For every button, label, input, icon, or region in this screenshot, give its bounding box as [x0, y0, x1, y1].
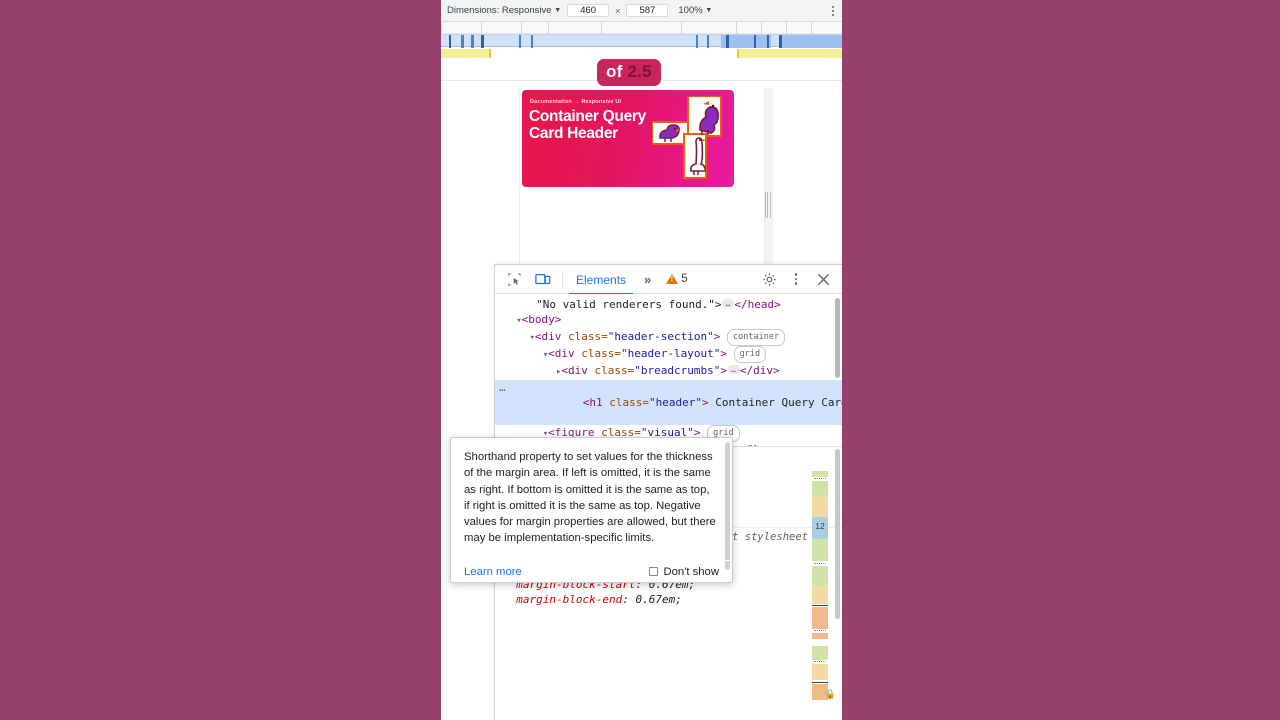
devtools-toolbar: Elements » 5: [495, 265, 842, 295]
warning-triangle-icon: [666, 274, 679, 284]
breadcrumb: Documentation → Responsive UI: [530, 99, 621, 105]
zoom-label: 100%: [678, 5, 703, 16]
device-toolbar-menu-button[interactable]: [832, 5, 836, 16]
tooltip-body: Shorthand property to set values for the…: [464, 451, 716, 545]
badge-container[interactable]: container: [727, 329, 786, 346]
dom-row[interactable]: "No valid renderers found.">… </head>: [495, 297, 842, 312]
chevron-down-icon: ▼: [705, 7, 713, 14]
tooltip-scrollbar[interactable]: [725, 442, 730, 570]
annotation-band-yellow: [441, 49, 842, 58]
dom-row-selected[interactable]: … <h1 class="header"> Container Query Car…: [495, 380, 842, 425]
tooltip-footer: Learn more Don't show: [451, 560, 732, 582]
viewport-height-input[interactable]: 587: [626, 4, 669, 17]
warning-count: 5: [681, 273, 688, 285]
selected-tag-open: <h1: [582, 396, 610, 409]
selected-attr: class=: [609, 396, 649, 409]
zoom-dropdown[interactable]: 100% ▼: [678, 5, 712, 16]
inspect-element-icon[interactable]: [501, 267, 527, 291]
device-mode-toolbar: Dimensions: Responsive ▼ 460 × 587 100% …: [441, 0, 842, 22]
chevron-down-icon: ▼: [554, 7, 562, 14]
viewport-width-input[interactable]: 460: [567, 4, 610, 17]
selected-attr-value: "header": [649, 396, 702, 409]
badge-prefix: of: [606, 62, 623, 81]
checkbox-icon: [649, 567, 659, 576]
status-badge: of 2.5: [597, 59, 661, 86]
dont-show-checkbox[interactable]: Don't show: [649, 566, 719, 578]
badge-number: 2.5: [627, 62, 652, 81]
styles-scrollbar[interactable]: [835, 449, 840, 619]
page-title: Container Query Card Header: [529, 108, 646, 142]
tab-elements[interactable]: Elements: [569, 268, 634, 295]
dimensions-dropdown[interactable]: Dimensions: Responsive ▼: [447, 5, 561, 16]
minimap-label: 12: [815, 521, 825, 531]
css-property-tooltip: Shorthand property to set values for the…: [450, 437, 733, 583]
dom-tree[interactable]: "No valid renderers found.">… </head> ▾<b…: [495, 294, 842, 446]
learn-more-link[interactable]: Learn more: [464, 566, 522, 578]
badge-grid[interactable]: grid: [733, 346, 767, 363]
close-icon[interactable]: [810, 267, 836, 291]
css-declaration-margin-block-end[interactable]: margin-block-end: 0.67em;: [503, 592, 842, 607]
device-toolbar-icon[interactable]: [530, 267, 556, 291]
gear-icon[interactable]: [756, 267, 782, 291]
selected-text: Container Query Card Header: [715, 396, 842, 409]
breadcrumb-item-responsive-ui[interactable]: Responsive UI: [581, 99, 621, 105]
page-viewport: Documentation → Responsive UI Container Qu…: [519, 88, 765, 278]
viewport-ruler: [441, 22, 842, 34]
breadcrumb-arrow-icon: →: [573, 99, 580, 105]
dom-row[interactable]: ▾<div class="header-section"> container: [495, 329, 842, 346]
lock-icon[interactable]: 🔒: [825, 688, 836, 703]
viewport-resize-handle[interactable]: [765, 190, 770, 220]
warning-indicator[interactable]: 5: [662, 273, 691, 285]
styles-color-minimap[interactable]: 12: [812, 471, 828, 701]
devtools-menu-button[interactable]: [783, 267, 809, 291]
selected-gt: >: [701, 396, 709, 409]
dimension-separator: ×: [615, 5, 621, 16]
dom-row[interactable]: ▾<body>: [495, 312, 842, 329]
dont-show-label: Don't show: [663, 565, 719, 578]
expand-ellipsis-icon[interactable]: …: [727, 365, 740, 374]
expand-ellipsis-icon[interactable]: …: [721, 299, 735, 308]
dimensions-label: Dimensions: Responsive: [447, 5, 552, 16]
annotation-band-blue: [441, 34, 842, 48]
more-tabs-button[interactable]: »: [636, 272, 659, 287]
header-card: Documentation → Responsive UI Container Qu…: [522, 90, 734, 187]
breadcrumb-item-documentation[interactable]: Documentation: [530, 99, 572, 105]
dom-row[interactable]: ▾<div class="header-layout"> grid: [495, 346, 842, 363]
duck-illustration: [651, 95, 726, 180]
dom-row[interactable]: ▸<div class="breadcrumbs">… </div>: [495, 363, 842, 380]
row-options-icon[interactable]: …: [499, 380, 507, 395]
